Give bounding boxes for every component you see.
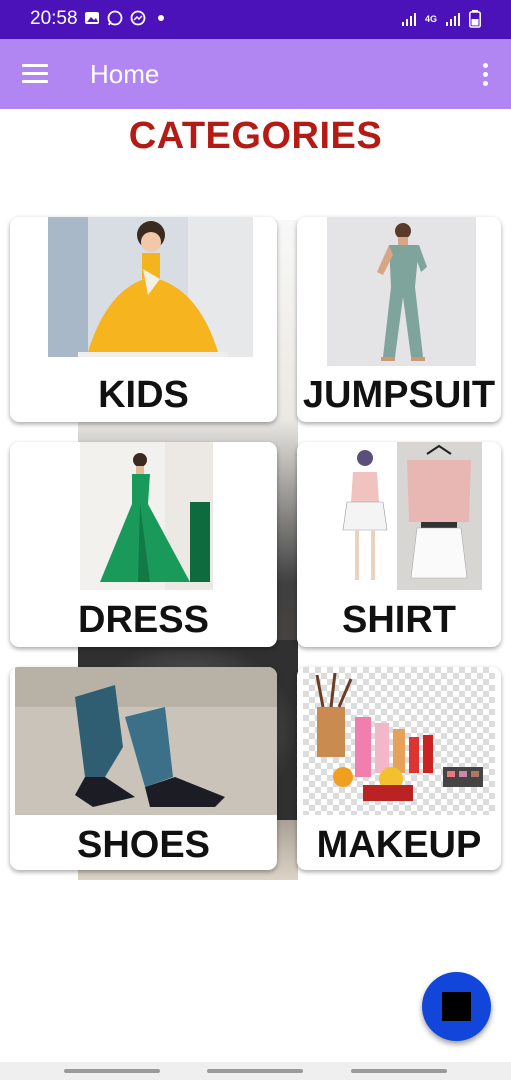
category-label: SHOES xyxy=(76,824,211,866)
category-label: SHIRT xyxy=(342,599,456,641)
system-icons: 4G xyxy=(401,10,481,28)
category-card-jumpsuit[interactable]: JUMPSUIT xyxy=(297,217,501,422)
notification-icons xyxy=(84,10,169,26)
navigation-bar xyxy=(0,1062,511,1080)
messenger-icon xyxy=(130,10,146,26)
nav-home-handle[interactable] xyxy=(207,1069,303,1073)
shirt-image xyxy=(337,442,482,590)
nav-back-handle[interactable] xyxy=(351,1069,447,1073)
category-label: DRESS xyxy=(78,599,209,641)
hamburger-menu-icon[interactable] xyxy=(22,64,48,84)
app-title: Home xyxy=(90,59,160,89)
app-bar: Home xyxy=(0,39,511,109)
network-type: 4G xyxy=(424,13,437,24)
signal-icon xyxy=(401,13,416,26)
signal-icon-2 xyxy=(446,13,460,26)
dot-icon xyxy=(158,15,164,21)
more-options-icon[interactable] xyxy=(481,63,489,87)
status-time: 20:58 xyxy=(30,8,78,29)
floating-action-button[interactable] xyxy=(422,972,491,1041)
dress-image xyxy=(80,442,213,590)
category-card-shirt[interactable]: SHIRT xyxy=(297,442,501,647)
category-card-kids[interactable]: KIDS xyxy=(10,217,277,422)
category-label: MAKEUP xyxy=(316,824,482,866)
makeup-image xyxy=(303,667,495,815)
page-heading: CATEGORIES xyxy=(128,115,383,157)
status-bar: 20:58 4G xyxy=(0,0,511,39)
category-label: KIDS xyxy=(98,374,189,416)
category-card-shoes[interactable]: SHOES xyxy=(10,667,277,870)
jumpsuit-image xyxy=(327,217,476,366)
kids-image xyxy=(48,217,253,357)
whatsapp-icon xyxy=(107,10,123,26)
battery-icon xyxy=(469,10,481,28)
shoes-image xyxy=(15,667,277,815)
stop-square-icon xyxy=(442,992,471,1021)
category-card-dress[interactable]: DRESS xyxy=(10,442,277,647)
category-card-makeup[interactable]: MAKEUP xyxy=(297,667,501,870)
gallery-icon xyxy=(85,12,99,24)
category-label: JUMPSUIT xyxy=(302,374,496,416)
nav-recent-handle[interactable] xyxy=(64,1069,160,1073)
